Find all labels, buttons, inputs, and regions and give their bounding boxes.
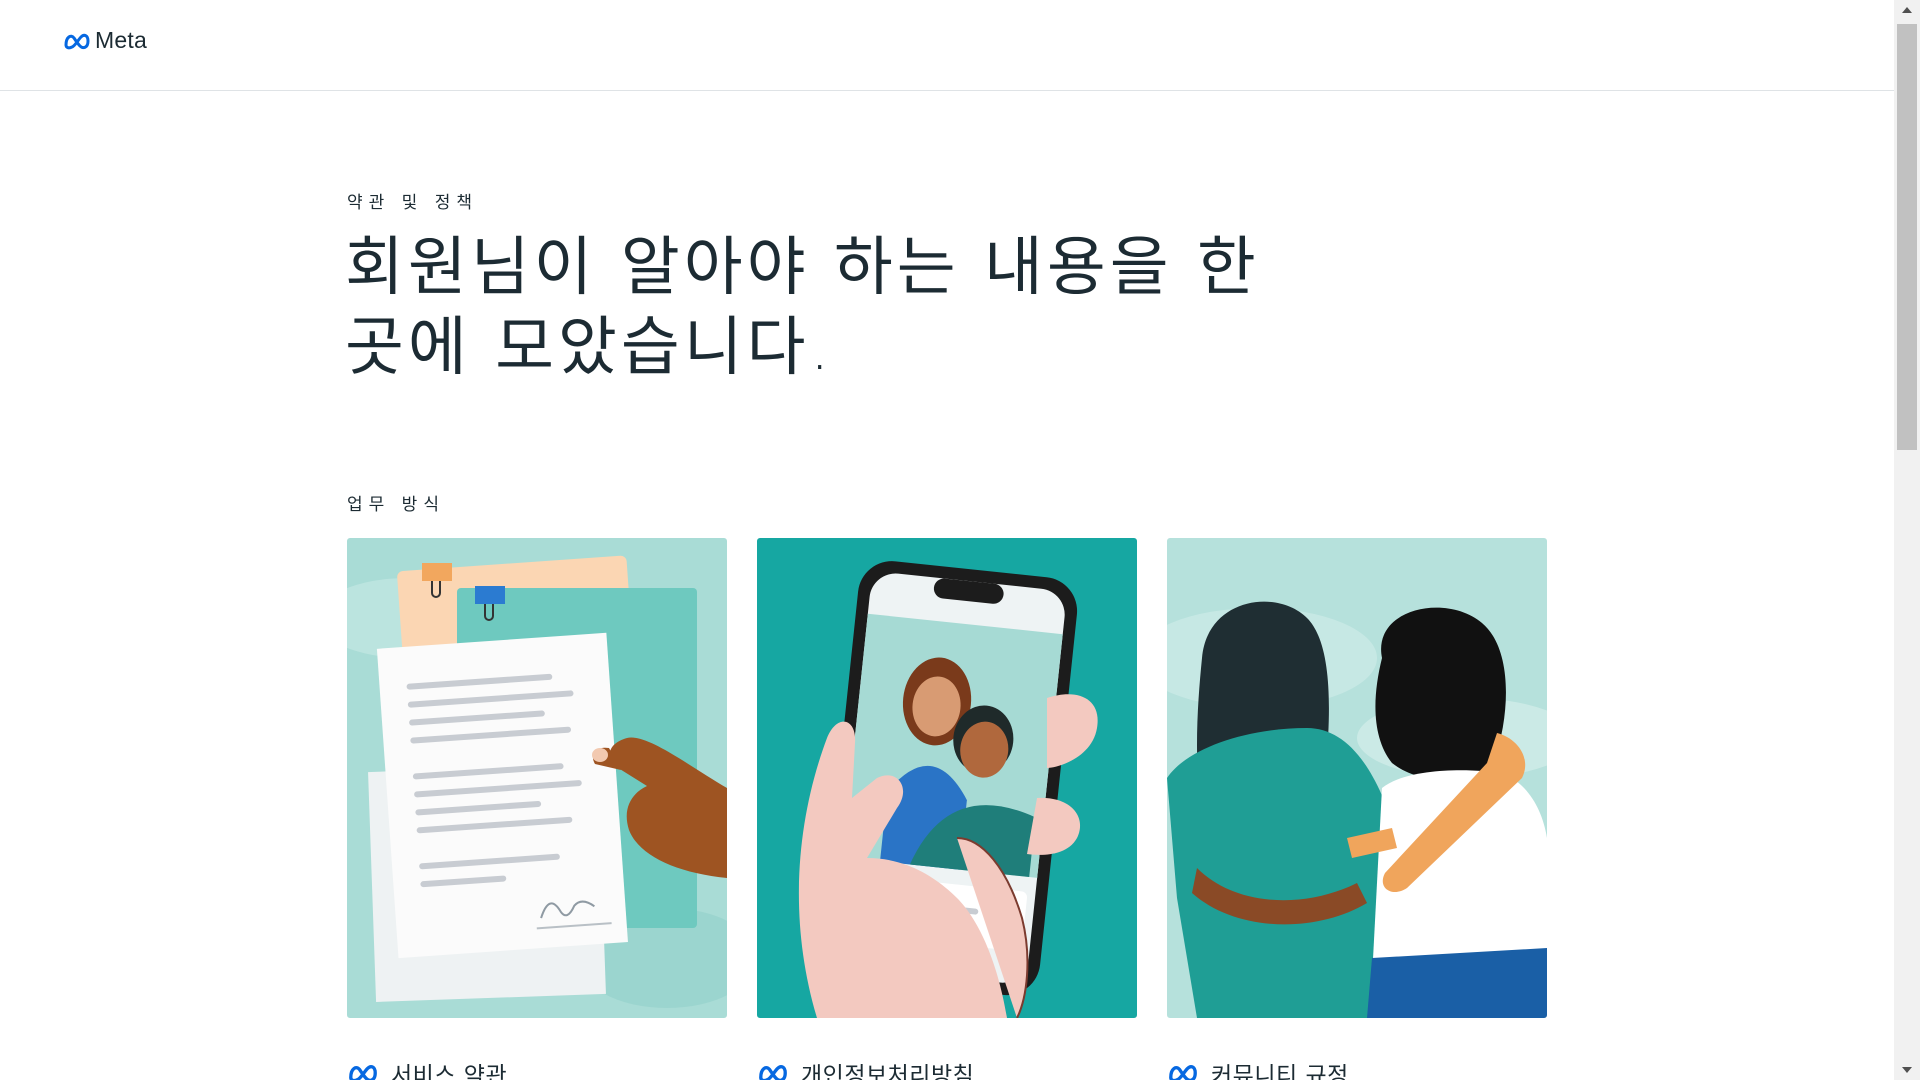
meta-logo-link[interactable]: Meta (63, 27, 147, 54)
meta-infinity-icon (349, 1065, 377, 1080)
privacy-illustration (757, 538, 1137, 1018)
scrollbar-thumb[interactable] (1897, 24, 1917, 450)
section-label: 업무 방식 (347, 495, 445, 515)
card-title-community[interactable]: 커뮤니티 규정 (1211, 1056, 1349, 1080)
page-title: 회원님이 알아야 하는 내용을 한 곳에 모았습니다. (345, 231, 1260, 385)
vertical-scrollbar[interactable] (1894, 0, 1920, 1080)
scroll-down-arrow-icon[interactable] (1894, 1060, 1920, 1080)
card-title-row: 개인정보처리방침 (757, 1056, 974, 1080)
terms-illustration (347, 538, 727, 1018)
meta-infinity-icon (1169, 1065, 1197, 1080)
card-title-row: 서비스 약관 (347, 1056, 507, 1080)
scroll-up-arrow-icon[interactable] (1894, 0, 1920, 20)
card-title-privacy[interactable]: 개인정보처리방침 (801, 1056, 974, 1080)
page-eyebrow: 약관 및 정책 (347, 193, 479, 213)
card-title-terms[interactable]: 서비스 약관 (391, 1056, 507, 1080)
card-title-row: 커뮤니티 규정 (1167, 1056, 1349, 1080)
page: Meta 약관 및 정책 회원님이 알아야 하는 내용을 한 곳에 모았습니다.… (0, 0, 1920, 1080)
card-terms-of-service[interactable]: 서비스 약관 (347, 538, 727, 1080)
meta-infinity-icon (759, 1065, 787, 1080)
logo-text: Meta (95, 27, 147, 53)
community-illustration (1167, 538, 1547, 1018)
meta-infinity-icon (64, 33, 90, 49)
policy-cards: 서비스 약관 개인정보처리방침 커뮤니티 규정 (347, 538, 1547, 1080)
card-privacy-policy[interactable]: 개인정보처리방침 (757, 538, 1137, 1080)
card-community-standards[interactable]: 커뮤니티 규정 (1167, 538, 1547, 1080)
top-header: Meta (0, 0, 1894, 91)
